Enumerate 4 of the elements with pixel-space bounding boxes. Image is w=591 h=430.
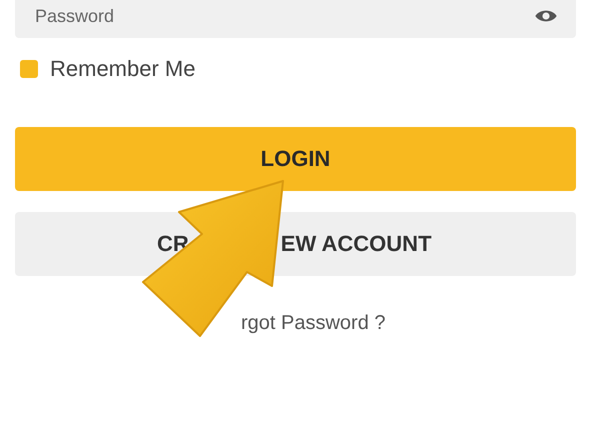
login-button[interactable]: LOGIN bbox=[15, 127, 576, 191]
forgot-password-link[interactable]: rgot Password ? bbox=[241, 312, 386, 335]
remember-label: Remember Me bbox=[50, 56, 196, 82]
password-field[interactable]: Password bbox=[15, 0, 576, 38]
